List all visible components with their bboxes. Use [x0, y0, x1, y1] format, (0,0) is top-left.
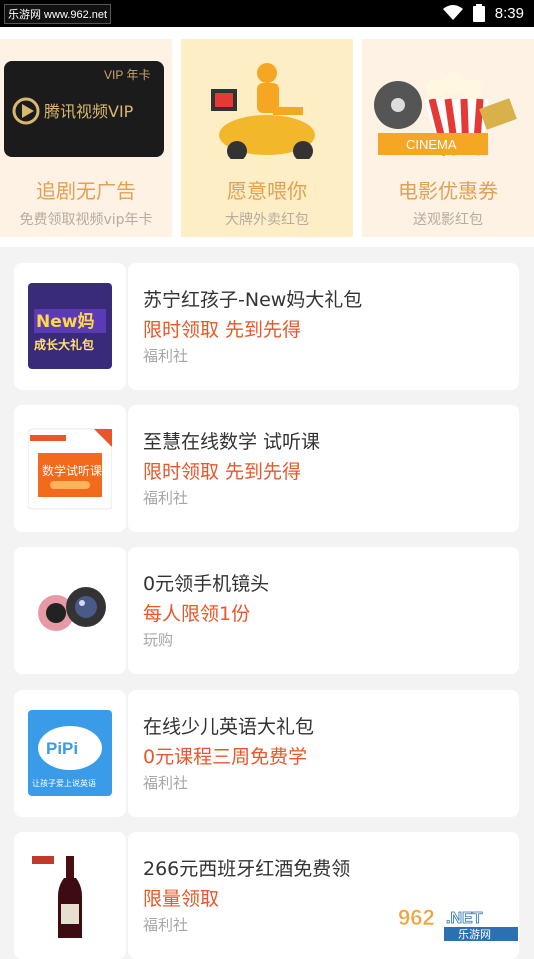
item-tag: 福利社	[143, 345, 188, 366]
clock: 8:39	[495, 5, 524, 22]
item-body: 0元领手机镜头 每人限领1份 玩购	[128, 547, 519, 674]
promo-subtitle: 送观影红包	[362, 209, 534, 229]
thumb-text: 让孩子爱上说英语	[32, 778, 96, 788]
item-thumbnail	[14, 832, 126, 959]
site-label: 乐游网 www.962.net	[4, 4, 111, 24]
promo-subtitle: 大牌外卖红包	[181, 209, 353, 229]
thumb-text: New妈	[36, 311, 94, 332]
status-icons: 8:39	[443, 4, 524, 22]
item-title: 至慧在线数学 试听课	[143, 427, 320, 454]
promo-card-movie[interactable]: CINEMA 电影优惠券 送观影红包	[362, 39, 534, 237]
new-mom-gift-image: New妈 成长大礼包	[28, 283, 112, 369]
item-thumbnail	[14, 547, 126, 674]
cinema-sign: CINEMA	[406, 137, 457, 152]
phone-lens-image	[28, 567, 112, 653]
pipi-english-image: PiPi 让孩子爱上说英语	[28, 710, 112, 796]
item-promo: 0元课程三周免费学	[143, 742, 307, 769]
promo-title: 追剧无广告	[0, 175, 172, 204]
thumb-text: 成长大礼包	[34, 337, 94, 352]
status-bar: 乐游网 www.962.net 8:39	[0, 0, 534, 27]
cinema-image: CINEMA	[366, 59, 530, 159]
math-trial-image: 数学试听课	[28, 425, 112, 511]
list-item-math-trial[interactable]: 数学试听课 至慧在线数学 试听课 限时领取 先到先得 福利社	[14, 405, 519, 532]
item-tag: 玩购	[143, 629, 173, 650]
item-tag: 福利社	[143, 914, 188, 935]
vip-card-image: VIP 年卡 腾讯视频VIP	[4, 59, 168, 159]
promo-subtitle: 免费领取视频vip年卡	[0, 209, 172, 229]
list-item-kids-english[interactable]: PiPi 让孩子爱上说英语 在线少儿英语大礼包 0元课程三周免费学 福利社	[14, 690, 519, 817]
item-body: 在线少儿英语大礼包 0元课程三周免费学 福利社	[128, 690, 519, 817]
watermark-suffix: .NET	[446, 910, 483, 927]
site-watermark-logo: 962 .NET 乐游网	[396, 903, 526, 943]
battery-icon	[473, 4, 485, 22]
item-body: 至慧在线数学 试听课 限时领取 先到先得 福利社	[128, 405, 519, 532]
item-promo: 限量领取	[143, 884, 219, 911]
wine-bottle-image	[28, 852, 112, 938]
item-tag: 福利社	[143, 772, 188, 793]
vip-card-label: VIP 年卡	[104, 68, 150, 82]
item-title: 0元领手机镜头	[143, 569, 269, 596]
promo-title: 电影优惠券	[362, 175, 534, 204]
item-thumbnail: 数学试听课	[14, 405, 126, 532]
promo-card-food-delivery[interactable]: 愿意喂你 大牌外卖红包	[181, 39, 353, 237]
list-item-phone-lens[interactable]: 0元领手机镜头 每人限领1份 玩购	[14, 547, 519, 674]
item-promo: 限时领取 先到先得	[143, 315, 301, 342]
item-body: 苏宁红孩子-New妈大礼包 限时领取 先到先得 福利社	[128, 263, 519, 390]
item-thumbnail: PiPi 让孩子爱上说英语	[14, 690, 126, 817]
thumb-text: 数学试听课	[42, 463, 102, 478]
watermark-name: 乐游网	[458, 928, 491, 941]
promo-card-video-vip[interactable]: VIP 年卡 腾讯视频VIP 追剧无广告 免费领取视频vip年卡	[0, 39, 172, 237]
item-promo: 每人限领1份	[143, 599, 250, 626]
promo-title: 愿意喂你	[181, 175, 353, 204]
item-tag: 福利社	[143, 487, 188, 508]
item-title: 在线少儿英语大礼包	[143, 712, 314, 739]
item-promo: 限时领取 先到先得	[143, 457, 301, 484]
delivery-scooter-image	[185, 59, 349, 159]
watermark-number: 962	[398, 905, 435, 930]
promo-strip: VIP 年卡 腾讯视频VIP 追剧无广告 免费领取视频vip年卡 愿意喂你 大牌…	[0, 27, 534, 247]
item-title: 苏宁红孩子-New妈大礼包	[143, 285, 362, 312]
list-item-suning[interactable]: New妈 成长大礼包 苏宁红孩子-New妈大礼包 限时领取 先到先得 福利社	[14, 263, 519, 390]
vip-card-brand: 腾讯视频VIP	[44, 102, 134, 121]
item-thumbnail: New妈 成长大礼包	[14, 263, 126, 390]
thumb-text: PiPi	[46, 739, 78, 758]
item-title: 266元西班牙红酒免费领	[143, 854, 350, 881]
wifi-icon	[443, 5, 463, 21]
